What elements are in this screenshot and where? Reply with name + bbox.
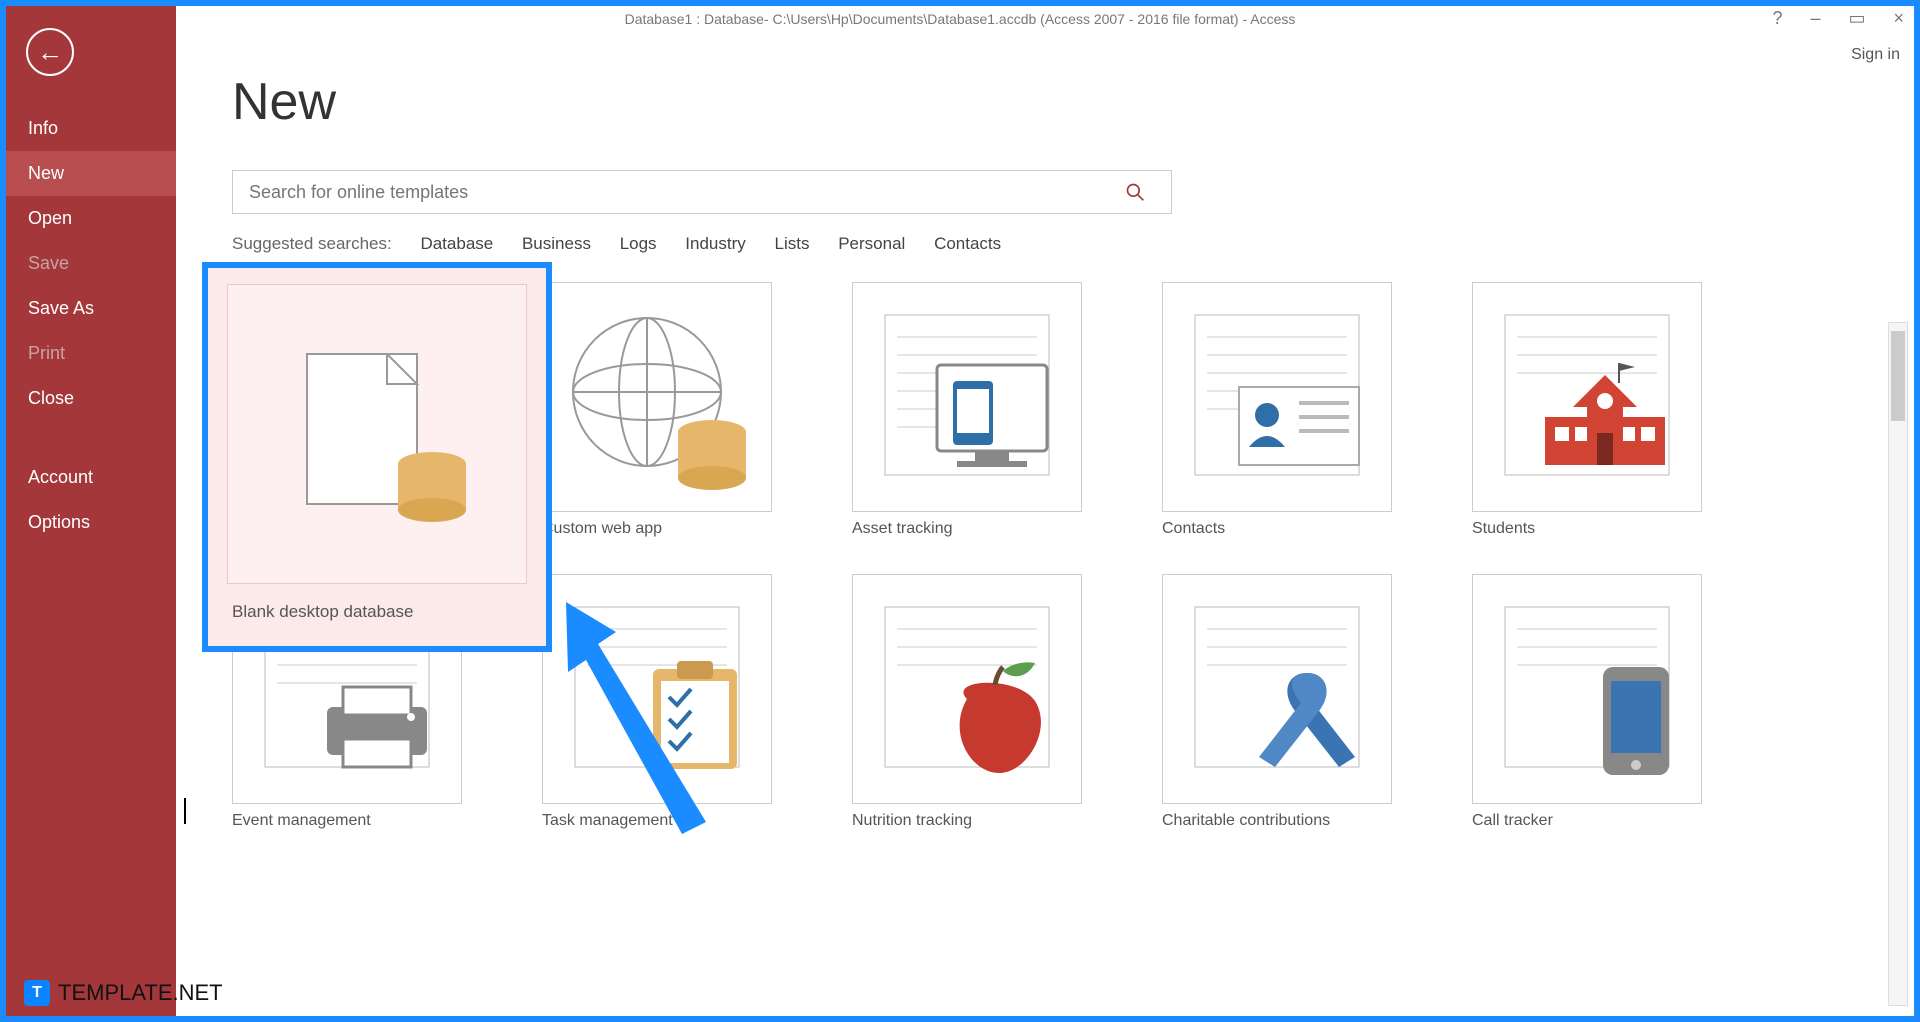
ribbon-icon — [1177, 589, 1377, 789]
template-task-management[interactable]: Task management — [542, 574, 772, 830]
suggested-link[interactable]: Lists — [775, 234, 810, 253]
sidebar-item-close[interactable]: Close — [6, 376, 176, 421]
page-title: New — [232, 72, 1858, 132]
globe-db-icon — [557, 297, 757, 497]
template-call-tracker[interactable]: Call tracker — [1472, 574, 1702, 830]
vertical-scrollbar[interactable] — [1888, 322, 1908, 1006]
clipboard-check-icon — [557, 589, 757, 789]
search-box[interactable] — [232, 170, 1172, 214]
sidebar-item-options[interactable]: Options — [6, 500, 176, 545]
suggested-link[interactable]: Industry — [685, 234, 745, 253]
template-asset-tracking[interactable]: Asset tracking — [852, 282, 1082, 538]
template-nutrition-tracking[interactable]: Nutrition tracking — [852, 574, 1082, 830]
template-label: Charitable contributions — [1162, 812, 1392, 830]
sidebar-item-saveas[interactable]: Save As — [6, 286, 176, 331]
backstage-sidebar: ← Info New Open Save Save As Print Close… — [6, 6, 176, 1016]
suggested-searches: Suggested searches: Database Business Lo… — [232, 234, 1858, 254]
back-arrow-icon: ← — [37, 37, 63, 68]
maximize-button[interactable]: ▭ — [1848, 8, 1865, 29]
template-label: Task management — [542, 812, 772, 830]
template-charitable-contributions[interactable]: Charitable contributions — [1162, 574, 1392, 830]
content-area: New Suggested searches: Database Busines… — [176, 32, 1914, 1016]
scrollbar-thumb[interactable] — [1891, 331, 1905, 421]
template-label: Blank desktop database — [232, 602, 413, 622]
template-label: Nutrition tracking — [852, 812, 1082, 830]
template-blank-desktop-database[interactable]: Blank desktop database — [232, 282, 462, 538]
phone-icon — [1487, 589, 1687, 789]
template-label: Students — [1472, 520, 1702, 538]
suggested-link[interactable]: Contacts — [934, 234, 1001, 253]
watermark: T TEMPLATE.NET — [24, 980, 223, 1006]
monitor-tablet-icon — [867, 297, 1067, 497]
template-label: Custom web app — [542, 520, 772, 538]
search-input[interactable] — [233, 182, 1125, 203]
sidebar-item-print: Print — [6, 331, 176, 376]
contact-card-icon — [1177, 297, 1377, 497]
window-title: Database1 : Database- C:\Users\Hp\Docume… — [625, 11, 1296, 27]
titlebar: Database1 : Database- C:\Users\Hp\Docume… — [6, 6, 1914, 32]
back-button[interactable]: ← — [26, 28, 74, 76]
template-label: Event management — [232, 812, 462, 830]
sidebar-item-info[interactable]: Info — [6, 106, 176, 151]
suggested-link[interactable]: Database — [420, 234, 493, 253]
watermark-badge-icon: T — [24, 980, 50, 1006]
template-label: Asset tracking — [852, 520, 1082, 538]
sidebar-item-open[interactable]: Open — [6, 196, 176, 241]
template-custom-web-app[interactable]: Custom web app — [542, 282, 772, 538]
template-label: Call tracker — [1472, 812, 1702, 830]
text-cursor-icon — [184, 798, 186, 824]
template-contacts[interactable]: Contacts — [1162, 282, 1392, 538]
annotation-highlight-box: Blank desktop database — [202, 262, 552, 652]
apple-icon — [867, 589, 1067, 789]
close-window-button[interactable]: × — [1893, 8, 1904, 29]
suggested-link[interactable]: Business — [522, 234, 591, 253]
minimize-button[interactable]: – — [1810, 8, 1820, 29]
blank-db-icon — [277, 334, 477, 534]
template-grid: Blank desktop database C — [232, 282, 1858, 830]
suggested-link[interactable]: Personal — [838, 234, 905, 253]
help-button[interactable]: ? — [1772, 8, 1782, 29]
watermark-text: TEMPLATE.NET — [58, 980, 223, 1006]
sidebar-item-new[interactable]: New — [6, 151, 176, 196]
sidebar-item-account[interactable]: Account — [6, 455, 176, 500]
search-icon — [1125, 182, 1171, 202]
sidebar-item-save: Save — [6, 241, 176, 286]
suggested-label: Suggested searches: — [232, 234, 392, 253]
school-icon — [1487, 297, 1687, 497]
search-button[interactable] — [1125, 182, 1171, 202]
template-label: Contacts — [1162, 520, 1392, 538]
template-students[interactable]: Students — [1472, 282, 1702, 538]
suggested-link[interactable]: Logs — [620, 234, 657, 253]
